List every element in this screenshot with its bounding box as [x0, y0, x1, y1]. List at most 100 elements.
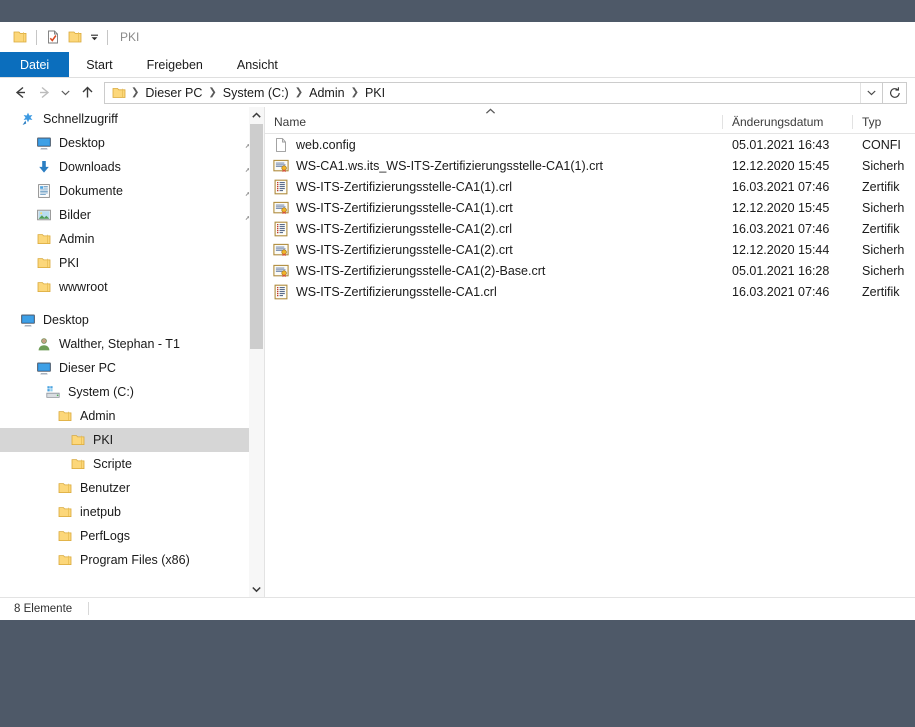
tree-item-label: Dieser PC	[59, 361, 116, 375]
breadcrumb-item-dieser-pc[interactable]: Dieser PC	[141, 86, 206, 100]
cell-name: WS-ITS-Zertifizierungsstelle-CA1(1).crl	[265, 179, 722, 195]
back-button[interactable]	[8, 81, 32, 105]
address-bar[interactable]: ❯ Dieser PC ❯ System (C:) ❯ Admin ❯ PKI	[104, 81, 883, 104]
cell-typ: CONFI	[862, 137, 901, 152]
cell-date: 12.12.2020 15:44	[732, 242, 830, 257]
file-name-label: WS-ITS-Zertifizierungsstelle-CA1(1).crl	[296, 179, 513, 194]
file-list: web.config 05.01.2021 16:43 CONFI WS-CA1.ws…	[265, 134, 915, 302]
navigation-pane-scrollbar[interactable]	[249, 107, 264, 597]
scrollbar-thumb[interactable]	[250, 124, 263, 349]
tree-item-admin[interactable]: Admin	[0, 404, 264, 428]
tree-item-admin[interactable]: Admin	[0, 227, 264, 251]
cell-date: 05.01.2021 16:43	[732, 137, 830, 152]
tree-item-pki[interactable]: PKI	[0, 428, 264, 452]
tab-freigeben[interactable]: Freigeben	[130, 52, 220, 77]
tree-item-label: Admin	[80, 409, 116, 423]
ribbon-tab-bar: Datei Start Freigeben Ansicht	[0, 52, 915, 78]
tree-item-scripte[interactable]: Scripte	[0, 452, 264, 476]
breadcrumb: ❯ Dieser PC ❯ System (C:) ❯ Admin ❯ PKI	[105, 85, 860, 101]
tree-item-label: Dokumente	[59, 184, 123, 198]
tree-item-perflogs[interactable]: PerfLogs	[0, 524, 264, 548]
drive-icon	[45, 384, 61, 400]
table-row[interactable]: web.config 05.01.2021 16:43 CONFI	[265, 134, 915, 155]
tree-item-system-c[interactable]: System (C:)	[0, 380, 264, 404]
qat-new-folder-icon[interactable]	[64, 26, 86, 48]
refresh-button[interactable]	[883, 81, 907, 104]
navigation-pane: Schnellzugriff Desktop Downloads Dokumente B…	[0, 107, 264, 597]
navigation-bar: ❯ Dieser PC ❯ System (C:) ❯ Admin ❯ PKI	[0, 78, 915, 107]
breadcrumb-separator[interactable]: ❯	[349, 87, 361, 98]
tree-item-desktop[interactable]: Desktop	[0, 308, 264, 332]
tree-item-bilder[interactable]: Bilder	[0, 203, 264, 227]
table-row[interactable]: WS-ITS-Zertifizierungsstelle-CA1(2)-Base…	[265, 260, 915, 281]
scroll-down-arrow-icon[interactable]	[249, 581, 264, 597]
tree-item-label: Program Files (x86)	[80, 553, 190, 567]
breadcrumb-item-system-c[interactable]: System (C:)	[219, 86, 293, 100]
breadcrumb-separator[interactable]: ❯	[129, 87, 141, 98]
forward-button[interactable]	[32, 81, 56, 105]
breadcrumb-folder-icon[interactable]	[111, 85, 127, 101]
qat-folder-icon[interactable]	[9, 26, 31, 48]
table-row[interactable]: WS-ITS-Zertifizierungsstelle-CA1(2).crl 1…	[265, 218, 915, 239]
tree-item-label: PKI	[93, 433, 114, 447]
explorer-window: PKI Datei Start Freigeben Ansicht ❯ Dies…	[0, 22, 915, 620]
tab-ansicht[interactable]: Ansicht	[220, 52, 295, 77]
tree-item-desktop[interactable]: Desktop	[0, 131, 264, 155]
window-title: PKI	[120, 30, 140, 44]
tree-item-label: Admin	[59, 232, 95, 246]
tab-start[interactable]: Start	[69, 52, 129, 77]
tree-item-program-files-x86[interactable]: Program Files (x86)	[0, 548, 264, 572]
breadcrumb-item-pki[interactable]: PKI	[361, 86, 389, 100]
address-dropdown-chevron-down-icon[interactable]	[860, 82, 882, 103]
tree-item-inetpub[interactable]: inetpub	[0, 500, 264, 524]
table-row[interactable]: WS-ITS-Zertifizierungsstelle-CA1(1).crl 1…	[265, 176, 915, 197]
tree-item-label: PerfLogs	[80, 529, 131, 543]
explorer-body: Schnellzugriff Desktop Downloads Dokumente B…	[0, 107, 915, 597]
cell-name: WS-ITS-Zertifizierungsstelle-CA1.crl	[265, 284, 722, 300]
breadcrumb-separator[interactable]: ❯	[206, 87, 218, 98]
cell-typ: Sicherh	[862, 200, 905, 215]
tree-item-dokumente[interactable]: Dokumente	[0, 179, 264, 203]
column-header-typ[interactable]: Typ	[852, 115, 915, 133]
breadcrumb-separator[interactable]: ❯	[293, 87, 305, 98]
tree-item-label: Schnellzugriff	[43, 112, 118, 126]
tree-item-pki[interactable]: PKI	[0, 251, 264, 275]
tree-item-label: Walther, Stephan - T1	[59, 337, 180, 351]
tab-datei[interactable]: Datei	[0, 52, 70, 77]
tree-item-walther-stephan-t1[interactable]: Walther, Stephan - T1	[0, 332, 264, 356]
file-name-label: WS-ITS-Zertifizierungsstelle-CA1(1).crt	[296, 200, 513, 215]
column-header-name[interactable]: Name	[265, 115, 722, 133]
table-row[interactable]: WS-ITS-Zertifizierungsstelle-CA1(2).crt 1…	[265, 239, 915, 260]
tree-item-wwwroot[interactable]: wwwroot	[0, 275, 264, 299]
tree-item-schnellzugriff[interactable]: Schnellzugriff	[0, 107, 264, 131]
tree-item-label: Scripte	[93, 457, 132, 471]
qat-chevron-down-icon[interactable]	[86, 26, 102, 48]
folder-icon	[36, 231, 52, 247]
column-header-date-label: Änderungsdatum	[722, 115, 852, 129]
column-header-date[interactable]: Änderungsdatum	[722, 115, 852, 133]
tree-item-dieser-pc[interactable]: Dieser PC	[0, 356, 264, 380]
qat-properties-icon[interactable]	[42, 26, 64, 48]
crl-icon	[273, 284, 289, 300]
table-row[interactable]: WS-ITS-Zertifizierungsstelle-CA1(1).crt 1…	[265, 197, 915, 218]
tree-item-benutzer[interactable]: Benutzer	[0, 476, 264, 500]
tree-item-downloads[interactable]: Downloads	[0, 155, 264, 179]
breadcrumb-item-admin[interactable]: Admin	[305, 86, 348, 100]
cell-date: 16.03.2021 07:46	[732, 284, 830, 299]
pictures-icon	[36, 207, 52, 223]
folder-icon	[70, 456, 86, 472]
cell-name: WS-ITS-Zertifizierungsstelle-CA1(1).crt	[265, 200, 722, 216]
scroll-up-arrow-icon[interactable]	[249, 107, 264, 123]
certificate-icon	[273, 158, 289, 174]
table-row[interactable]: WS-CA1.ws.its_WS-ITS-Zertifizierungsstel…	[265, 155, 915, 176]
star-icon	[20, 111, 36, 127]
tree-group-gap	[0, 299, 264, 308]
table-row[interactable]: WS-ITS-Zertifizierungsstelle-CA1.crl 16.0…	[265, 281, 915, 302]
cell-typ: Sicherh	[862, 242, 905, 257]
up-button[interactable]	[75, 81, 99, 105]
recent-locations-chevron-down-icon[interactable]	[56, 81, 75, 105]
generic-file-icon	[273, 137, 289, 153]
item-count-label: 8 Elemente	[14, 602, 73, 615]
cell-name: WS-ITS-Zertifizierungsstelle-CA1(2)-Base…	[265, 263, 722, 279]
folder-icon	[57, 552, 73, 568]
